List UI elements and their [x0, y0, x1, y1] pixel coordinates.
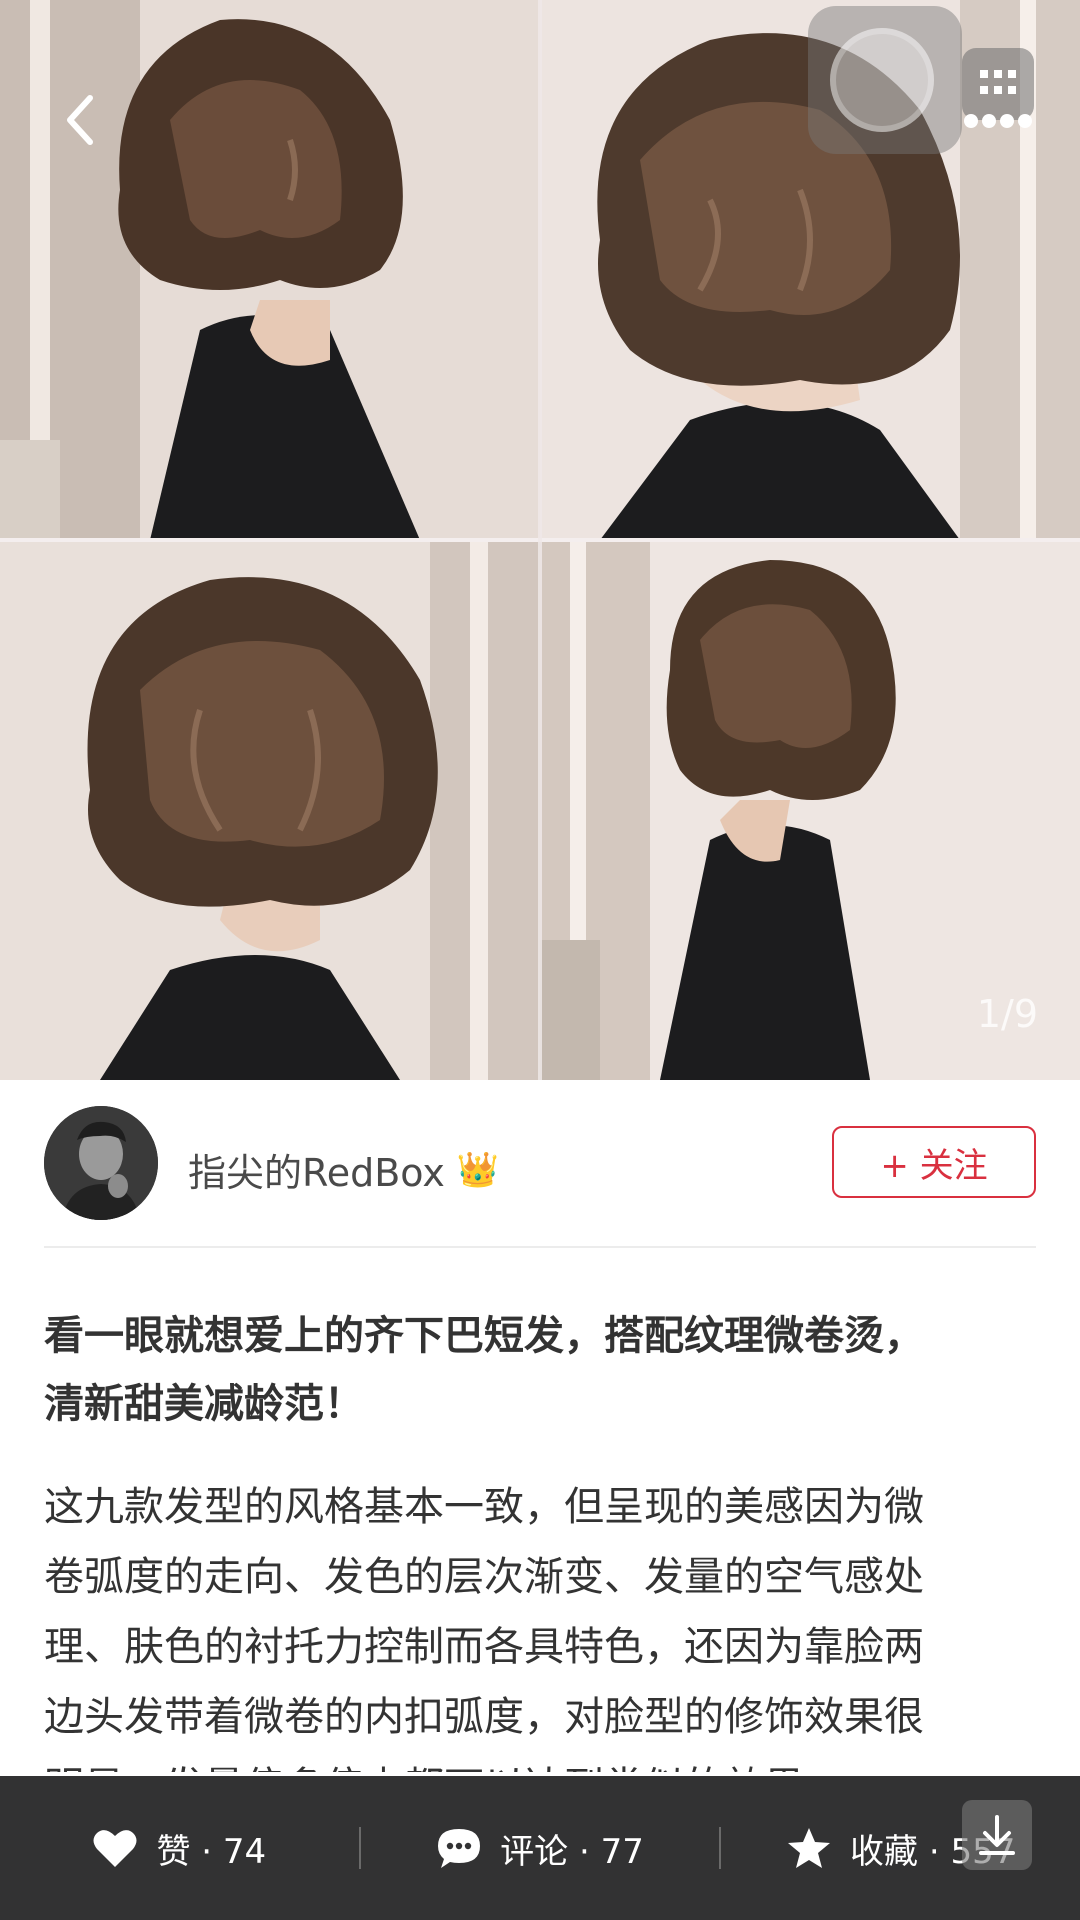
author-divider — [44, 1246, 1036, 1248]
author-name-text: 指尖的RedBox — [188, 1151, 445, 1195]
back-chevron-icon — [67, 95, 93, 145]
follow-button[interactable]: + 关注 — [832, 1126, 1036, 1198]
post-title-line: 看一眼就想爱上的齐下巴短发，搭配纹理微卷烫， — [44, 1313, 924, 1359]
post-body-line: 边头发带着微卷的内扣弧度，对脸型的修饰效果很 — [44, 1694, 924, 1740]
download-icon — [979, 1815, 1015, 1855]
comment-bubble-icon — [438, 1829, 481, 1868]
heart-icon — [93, 1830, 137, 1867]
post-body-line: 卷弧度的走向、发色的层次渐变、发量的空气感处 — [44, 1554, 924, 1600]
more-dots-icon[interactable] — [964, 114, 1032, 128]
hairstyle-photo-3 — [0, 540, 540, 1080]
floating-assistive-button[interactable] — [808, 6, 962, 154]
crown-icon: 👑 — [456, 1149, 500, 1190]
collage-divider-vertical — [538, 0, 542, 1080]
back-button[interactable] — [40, 70, 120, 170]
post-body-line: 这九款发型的风格基本一致，但呈现的美感因为微 — [44, 1484, 924, 1530]
post-title: 看一眼就想爱上的齐下巴短发，搭配纹理微卷烫， 清新甜美减龄范！ — [44, 1302, 1044, 1438]
like-button[interactable]: 赞 · 74 — [0, 1776, 359, 1920]
grid-menu-button[interactable] — [962, 48, 1034, 120]
post-title-line: 清新甜美减龄范！ — [44, 1381, 364, 1427]
bottom-action-bar: 赞 · 74 评论 · 77 收藏 · 557 — [0, 1776, 1080, 1920]
post-body-line: 理、肤色的衬托力控制而各具特色，还因为靠脸两 — [44, 1624, 924, 1670]
comment-label: 评论 · 77 — [500, 1831, 644, 1872]
assistive-ring-icon — [830, 28, 934, 132]
image-counter: 1/9 — [976, 992, 1038, 1036]
like-label: 赞 · 74 — [156, 1831, 267, 1872]
post-body-line: 明显，发量偏多偏少都可以达到类似的效果 — [44, 1752, 1044, 1772]
post-image-carousel[interactable]: 1/9 — [0, 0, 1080, 1080]
comment-button[interactable]: 评论 · 77 — [361, 1776, 720, 1920]
post-body: 这九款发型的风格基本一致，但呈现的美感因为微 卷弧度的走向、发色的层次渐变、发量… — [44, 1472, 1044, 1772]
avatar[interactable] — [44, 1106, 158, 1220]
download-button[interactable] — [962, 1800, 1032, 1870]
grid-menu-icon — [980, 70, 1016, 94]
star-icon — [788, 1828, 831, 1868]
author-row: 指尖的RedBox 👑 + 关注 — [44, 1106, 1036, 1222]
author-name[interactable]: 指尖的RedBox 👑 — [188, 1142, 499, 1197]
